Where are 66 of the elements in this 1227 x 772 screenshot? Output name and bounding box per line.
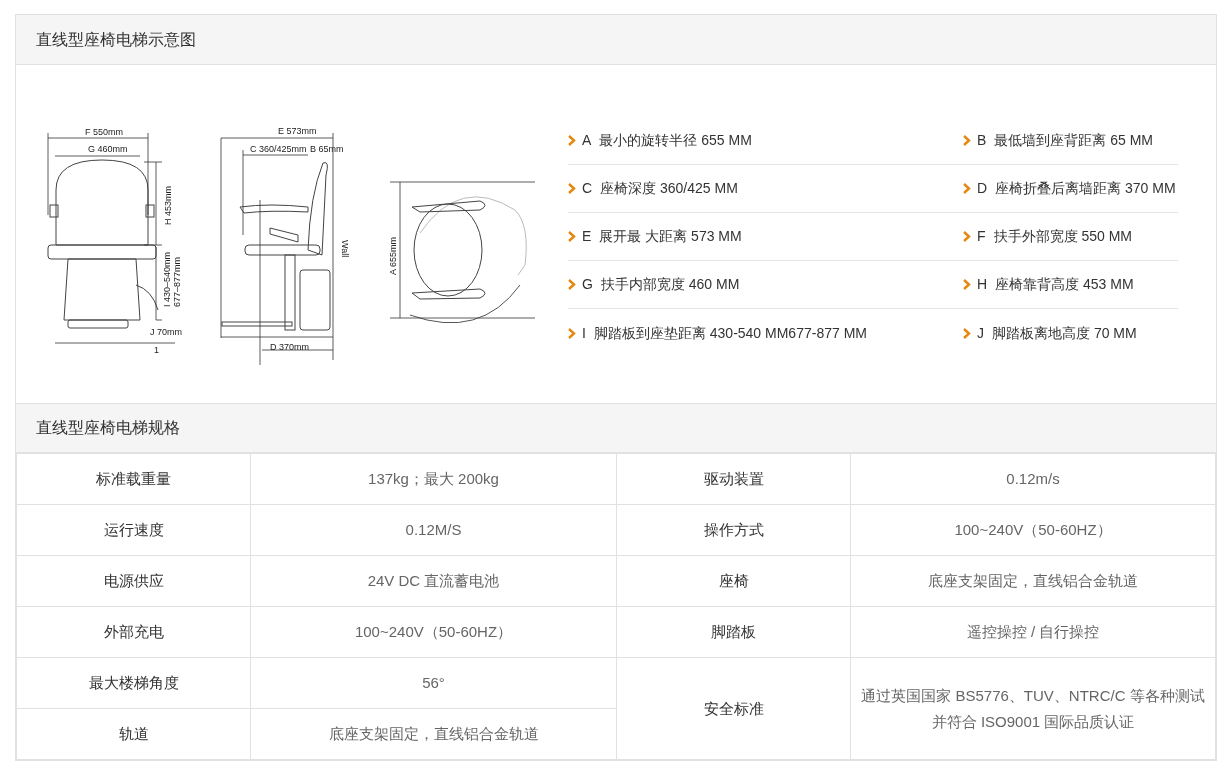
chevron-icon bbox=[963, 231, 971, 242]
chevron-icon bbox=[568, 327, 576, 339]
dimension-label: 677–877mm bbox=[172, 256, 182, 307]
table-cell: 24V DC 直流蓄电池 bbox=[250, 555, 617, 607]
spec-letter: G bbox=[582, 275, 593, 294]
table-cell: 底座支架固定，直线铝合金轨道 bbox=[850, 555, 1216, 607]
chevron-icon bbox=[568, 135, 576, 146]
spec-letter: C bbox=[582, 179, 593, 198]
spec-text: 脚踏板到座垫距离 430-540 MM677-877 MM bbox=[593, 323, 867, 343]
section-title: 直线型座椅电梯规格 bbox=[36, 418, 180, 438]
spec-text: 座椅深度 360/425 MM bbox=[600, 179, 738, 198]
dimension-label: A 655mm bbox=[388, 236, 398, 275]
row-label: 脚踏板 bbox=[616, 606, 851, 658]
dimension-label: I 430–540mm bbox=[162, 251, 172, 307]
spec-letter: A bbox=[582, 131, 592, 150]
spec-text: 展开最 大距离 573 MM bbox=[599, 227, 742, 246]
spec-letter: I bbox=[582, 323, 586, 343]
spec-letter: B bbox=[977, 131, 987, 150]
dimension-label: F 550mm bbox=[85, 127, 123, 137]
dimension-label: C 360/425mm bbox=[250, 144, 307, 154]
row-label: 安全标准 bbox=[616, 657, 851, 760]
chevron-icon bbox=[568, 231, 576, 242]
dimension-label: J 70mm bbox=[150, 327, 182, 337]
table-cell: 0.12M/S bbox=[250, 504, 617, 556]
chevron-icon bbox=[963, 327, 971, 339]
section-title: 直线型座椅电梯示意图 bbox=[36, 29, 196, 50]
row-label: 电源供应 bbox=[16, 555, 251, 607]
table-cell: 56° bbox=[250, 657, 617, 709]
spec-text: 最小的旋转半径 655 MM bbox=[599, 131, 752, 150]
spec-letter: H bbox=[977, 275, 988, 294]
table-cell: 100~240V（50-60HZ） bbox=[850, 504, 1216, 556]
row-label: 轨道 bbox=[16, 708, 251, 760]
spec-text: 扶手外部宽度 550 MM bbox=[993, 227, 1133, 246]
spec-letter: J bbox=[977, 323, 984, 343]
dimension-label: E 573mm bbox=[278, 126, 317, 136]
spec-letter: E bbox=[582, 227, 592, 246]
table-cell: 遥控操控 / 自行操控 bbox=[850, 606, 1216, 658]
table-cell: 0.12m/s bbox=[850, 453, 1216, 505]
row-label: 驱动装置 bbox=[616, 453, 851, 505]
row-label: 外部充电 bbox=[16, 606, 251, 658]
chevron-icon bbox=[963, 135, 971, 146]
dimension-label: 1 bbox=[154, 345, 159, 355]
row-label: 运行速度 bbox=[16, 504, 251, 556]
dimension-label: B 65mm bbox=[310, 144, 344, 154]
row-label: 座椅 bbox=[616, 555, 851, 607]
spec-text: 座椅折叠后离墙距离 370 MM bbox=[995, 179, 1176, 198]
spec-text: 最低墙到座背距离 65 MM bbox=[994, 131, 1154, 150]
spec-text: 扶手内部宽度 460 MM bbox=[600, 275, 740, 294]
table-cell: 100~240V（50-60HZ） bbox=[250, 606, 617, 658]
spec-text: 座椅靠背高度 453 MM bbox=[995, 275, 1134, 294]
table-cell: 通过英国国家 BS5776、TUV、NTRC/C 等各种测试并符合 ISO9001 国际品质认证 bbox=[850, 657, 1216, 760]
dimension-label: Wall bbox=[340, 240, 350, 258]
dimension-label: G 460mm bbox=[88, 144, 128, 154]
chevron-icon bbox=[963, 183, 971, 194]
chevron-icon bbox=[963, 279, 971, 290]
dimension-label: D 370mm bbox=[270, 342, 309, 352]
row-label: 最大楼梯角度 bbox=[16, 657, 251, 709]
chevron-icon bbox=[568, 279, 576, 290]
spec-text: 脚踏板离地高度 70 MM bbox=[992, 323, 1137, 343]
dimension-label: H 453mm bbox=[163, 186, 173, 225]
row-label: 操作方式 bbox=[616, 504, 851, 556]
row-label: 标准载重量 bbox=[16, 453, 251, 505]
table-cell: 137kg；最大 200kg bbox=[250, 453, 617, 505]
spec-letter: D bbox=[977, 179, 988, 198]
chevron-icon bbox=[568, 183, 576, 194]
spec-letter: F bbox=[977, 227, 986, 246]
